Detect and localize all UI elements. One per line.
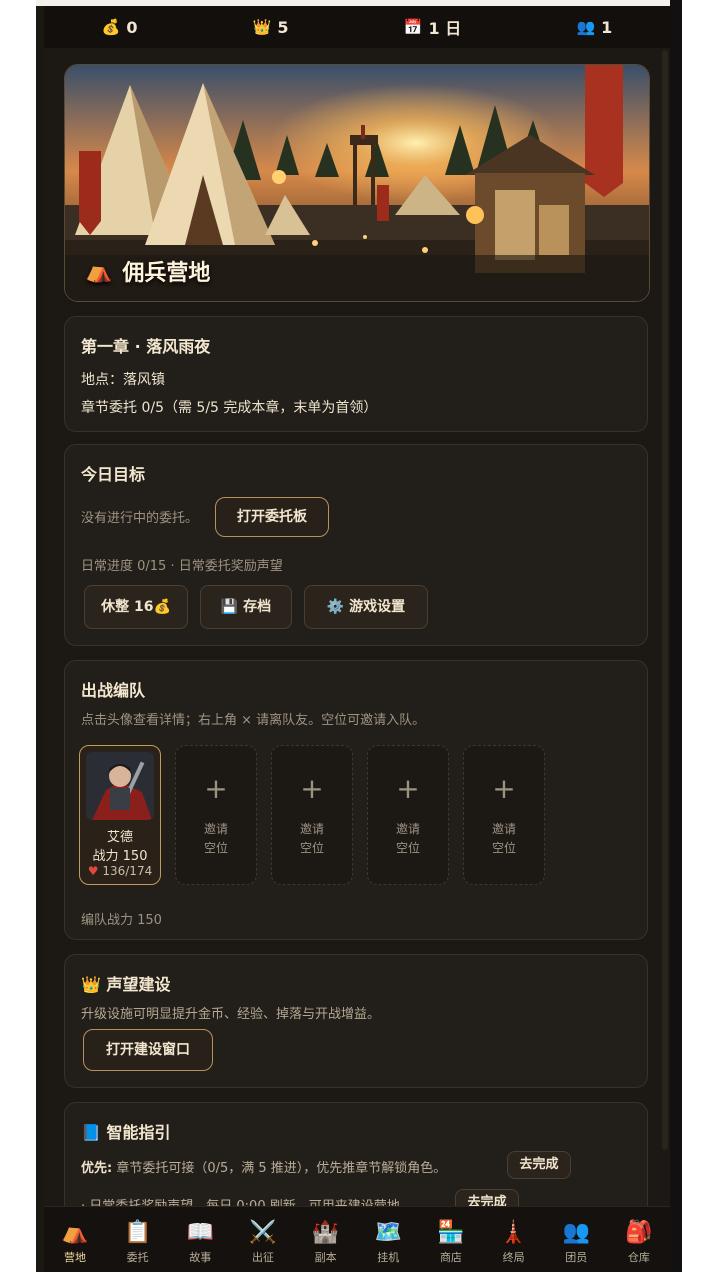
- chapter-progress: 章节委托 0/5（需 5/5 完成本章，末单为首领）: [81, 400, 378, 416]
- fame-value: 5: [277, 17, 289, 37]
- party-member-slot[interactable]: 艾德 战力 150 ♥ 136/174: [79, 745, 161, 885]
- plus-icon: +: [300, 772, 324, 805]
- nav-dungeon[interactable]: 🏰 副本: [295, 1207, 357, 1272]
- invite-label: 邀请 空位: [395, 822, 420, 855]
- main-scroll-area[interactable]: ⛺ 佣兵营地 第一章 · 落风雨夜 地点：落风镇 章节委托 0/5（需 5/5 …: [44, 48, 670, 1206]
- calendar-icon: 📅: [403, 18, 423, 36]
- plus-icon: +: [204, 772, 228, 805]
- nav-quests[interactable]: 📋 委托: [107, 1207, 169, 1272]
- camp-banner: ⛺ 佣兵营地: [64, 64, 650, 302]
- invite-label: 邀请 空位: [203, 822, 228, 855]
- gold-value: 0: [126, 17, 138, 37]
- day-stat: 📅 1 日: [404, 15, 461, 39]
- fame-stat: 👑 5: [253, 18, 289, 37]
- member-avatar[interactable]: [86, 752, 154, 820]
- nav-endgame[interactable]: 🗼 终局: [483, 1207, 545, 1272]
- book-icon: 📘: [81, 1123, 101, 1142]
- rest-button[interactable]: 休整 16💰: [84, 585, 188, 629]
- shop-icon: 🏪: [437, 1220, 465, 1245]
- clipboard-icon: 📋: [123, 1220, 152, 1245]
- gear-icon: ⚙️: [326, 599, 345, 615]
- reputation-build-card: 👑 声望建设 升级设施可明显提升金币、经验、掉落与开战增益。 打开建设窗口: [64, 954, 648, 1088]
- smart-guide-card: 📘 智能指引 优先: 章节委托可接（0/5，满 5 推进），优先推章节解锁角色。…: [64, 1102, 648, 1206]
- open-board-button[interactable]: 打开委托板: [215, 497, 329, 537]
- chapter-title: 第一章 · 落风雨夜: [81, 337, 211, 356]
- heart-icon: ♥: [87, 864, 99, 878]
- today-title: 今日目标: [81, 465, 146, 484]
- crown-icon: 👑: [81, 975, 101, 994]
- open-build-button[interactable]: 打开建设窗口: [83, 1029, 213, 1071]
- members-icon: 👥: [562, 1220, 590, 1245]
- party-title: 出战编队: [81, 681, 146, 700]
- daily-progress: 日常进度 0/15 · 日常委托奖励声望: [81, 559, 283, 574]
- nav-members[interactable]: 👥 团员: [545, 1207, 607, 1272]
- nav-idle[interactable]: 🗺️ 挂机: [357, 1207, 419, 1272]
- window-edge: [670, 0, 682, 1272]
- book-icon: 📖: [186, 1220, 215, 1245]
- members-value: 1: [601, 17, 613, 37]
- member-power: 战力 150: [92, 849, 148, 864]
- app-screen: 💰 0 👑 5 📅 1 日 👥 1 ⛺ 佣兵营地 第一章 · 落风雨夜 地点：落…: [36, 0, 670, 1272]
- no-task-text: 没有进行中的委托。: [81, 511, 199, 526]
- guide-go-button[interactable]: 去完成: [507, 1151, 571, 1179]
- chapter-card: 第一章 · 落风雨夜 地点：落风镇 章节委托 0/5（需 5/5 完成本章，末单…: [64, 316, 648, 432]
- build-desc: 升级设施可明显提升金币、经验、掉落与开战增益。: [81, 1007, 381, 1022]
- bag-icon: 🎒: [625, 1220, 653, 1245]
- map-icon: 🗺️: [374, 1220, 402, 1245]
- gold-icon: 💰: [101, 18, 121, 36]
- guide-title: 📘 智能指引: [81, 1123, 171, 1142]
- castle-icon: 🏰: [311, 1220, 340, 1245]
- crown-icon: 👑: [252, 18, 272, 36]
- scrollbar[interactable]: [662, 50, 668, 1150]
- invite-slot[interactable]: + 邀请 空位: [271, 745, 353, 885]
- camp-icon: ⛺: [85, 258, 113, 284]
- invite-label: 邀请 空位: [491, 822, 516, 855]
- members-icon: 👥: [576, 18, 596, 36]
- tower-icon: 🗼: [499, 1220, 528, 1245]
- plus-icon: +: [492, 772, 516, 805]
- swords-icon: ⚔️: [249, 1220, 277, 1245]
- plus-icon: +: [396, 772, 420, 805]
- today-goal-card: 今日目标 没有进行中的委托。 打开委托板 日常进度 0/15 · 日常委托奖励声…: [64, 444, 648, 646]
- member-name: 艾德: [106, 830, 133, 845]
- guide-line-1: 优先: 章节委托可接（0/5，满 5 推进），优先推章节解锁角色。: [81, 1161, 447, 1176]
- bottom-nav: ⛺ 营地 📋 委托 📖 故事 ⚔️ 出征 🏰 副本 🗺️ 挂机 🏪 商店 🗼 终…: [44, 1206, 670, 1272]
- banner-title: ⛺ 佣兵营地: [85, 255, 210, 287]
- member-hp-value: 136/174: [102, 864, 153, 878]
- party-total-power: 编队战力 150: [81, 913, 162, 928]
- resource-bar: 💰 0 👑 5 📅 1 日 👥 1: [44, 6, 670, 49]
- invite-slot[interactable]: + 邀请 空位: [463, 745, 545, 885]
- invite-slot[interactable]: + 邀请 空位: [175, 745, 257, 885]
- build-title: 👑 声望建设: [81, 975, 171, 994]
- nav-story[interactable]: 📖 故事: [169, 1207, 231, 1272]
- nav-expedition[interactable]: ⚔️ 出征: [232, 1207, 294, 1272]
- save-label: 存档: [243, 599, 272, 615]
- nav-camp[interactable]: ⛺ 营地: [44, 1207, 106, 1272]
- member-hp: ♥ 136/174: [80, 864, 160, 878]
- camp-icon: ⛺: [61, 1220, 89, 1245]
- guide-line-2: · 日常委托奖励声望，每日 0:00 刷新，可用来建设营地。: [81, 1195, 413, 1206]
- save-button[interactable]: 💾 存档: [200, 585, 292, 629]
- invite-slot[interactable]: + 邀请 空位: [367, 745, 449, 885]
- gold-stat: 💰 0: [102, 18, 138, 37]
- camp-name: 佣兵营地: [122, 261, 211, 286]
- nav-shop[interactable]: 🏪 商店: [420, 1207, 482, 1272]
- chapter-location: 地点：落风镇: [81, 372, 165, 388]
- nav-storage[interactable]: 🎒 仓库: [608, 1207, 670, 1272]
- settings-button[interactable]: ⚙️ 游戏设置: [304, 585, 428, 629]
- day-value: 1 日: [428, 19, 462, 38]
- save-icon: 💾: [220, 599, 239, 615]
- members-stat: 👥 1: [576, 18, 612, 37]
- party-card: 出战编队 点击头像查看详情；右上角 × 请离队友。空位可邀请入队。 艾德 战力 …: [64, 660, 648, 940]
- guide-go-button-2[interactable]: 去完成: [455, 1189, 519, 1206]
- invite-label: 邀请 空位: [299, 822, 324, 855]
- party-hint: 点击头像查看详情；右上角 × 请离队友。空位可邀请入队。: [81, 713, 426, 728]
- settings-label: 游戏设置: [349, 599, 406, 615]
